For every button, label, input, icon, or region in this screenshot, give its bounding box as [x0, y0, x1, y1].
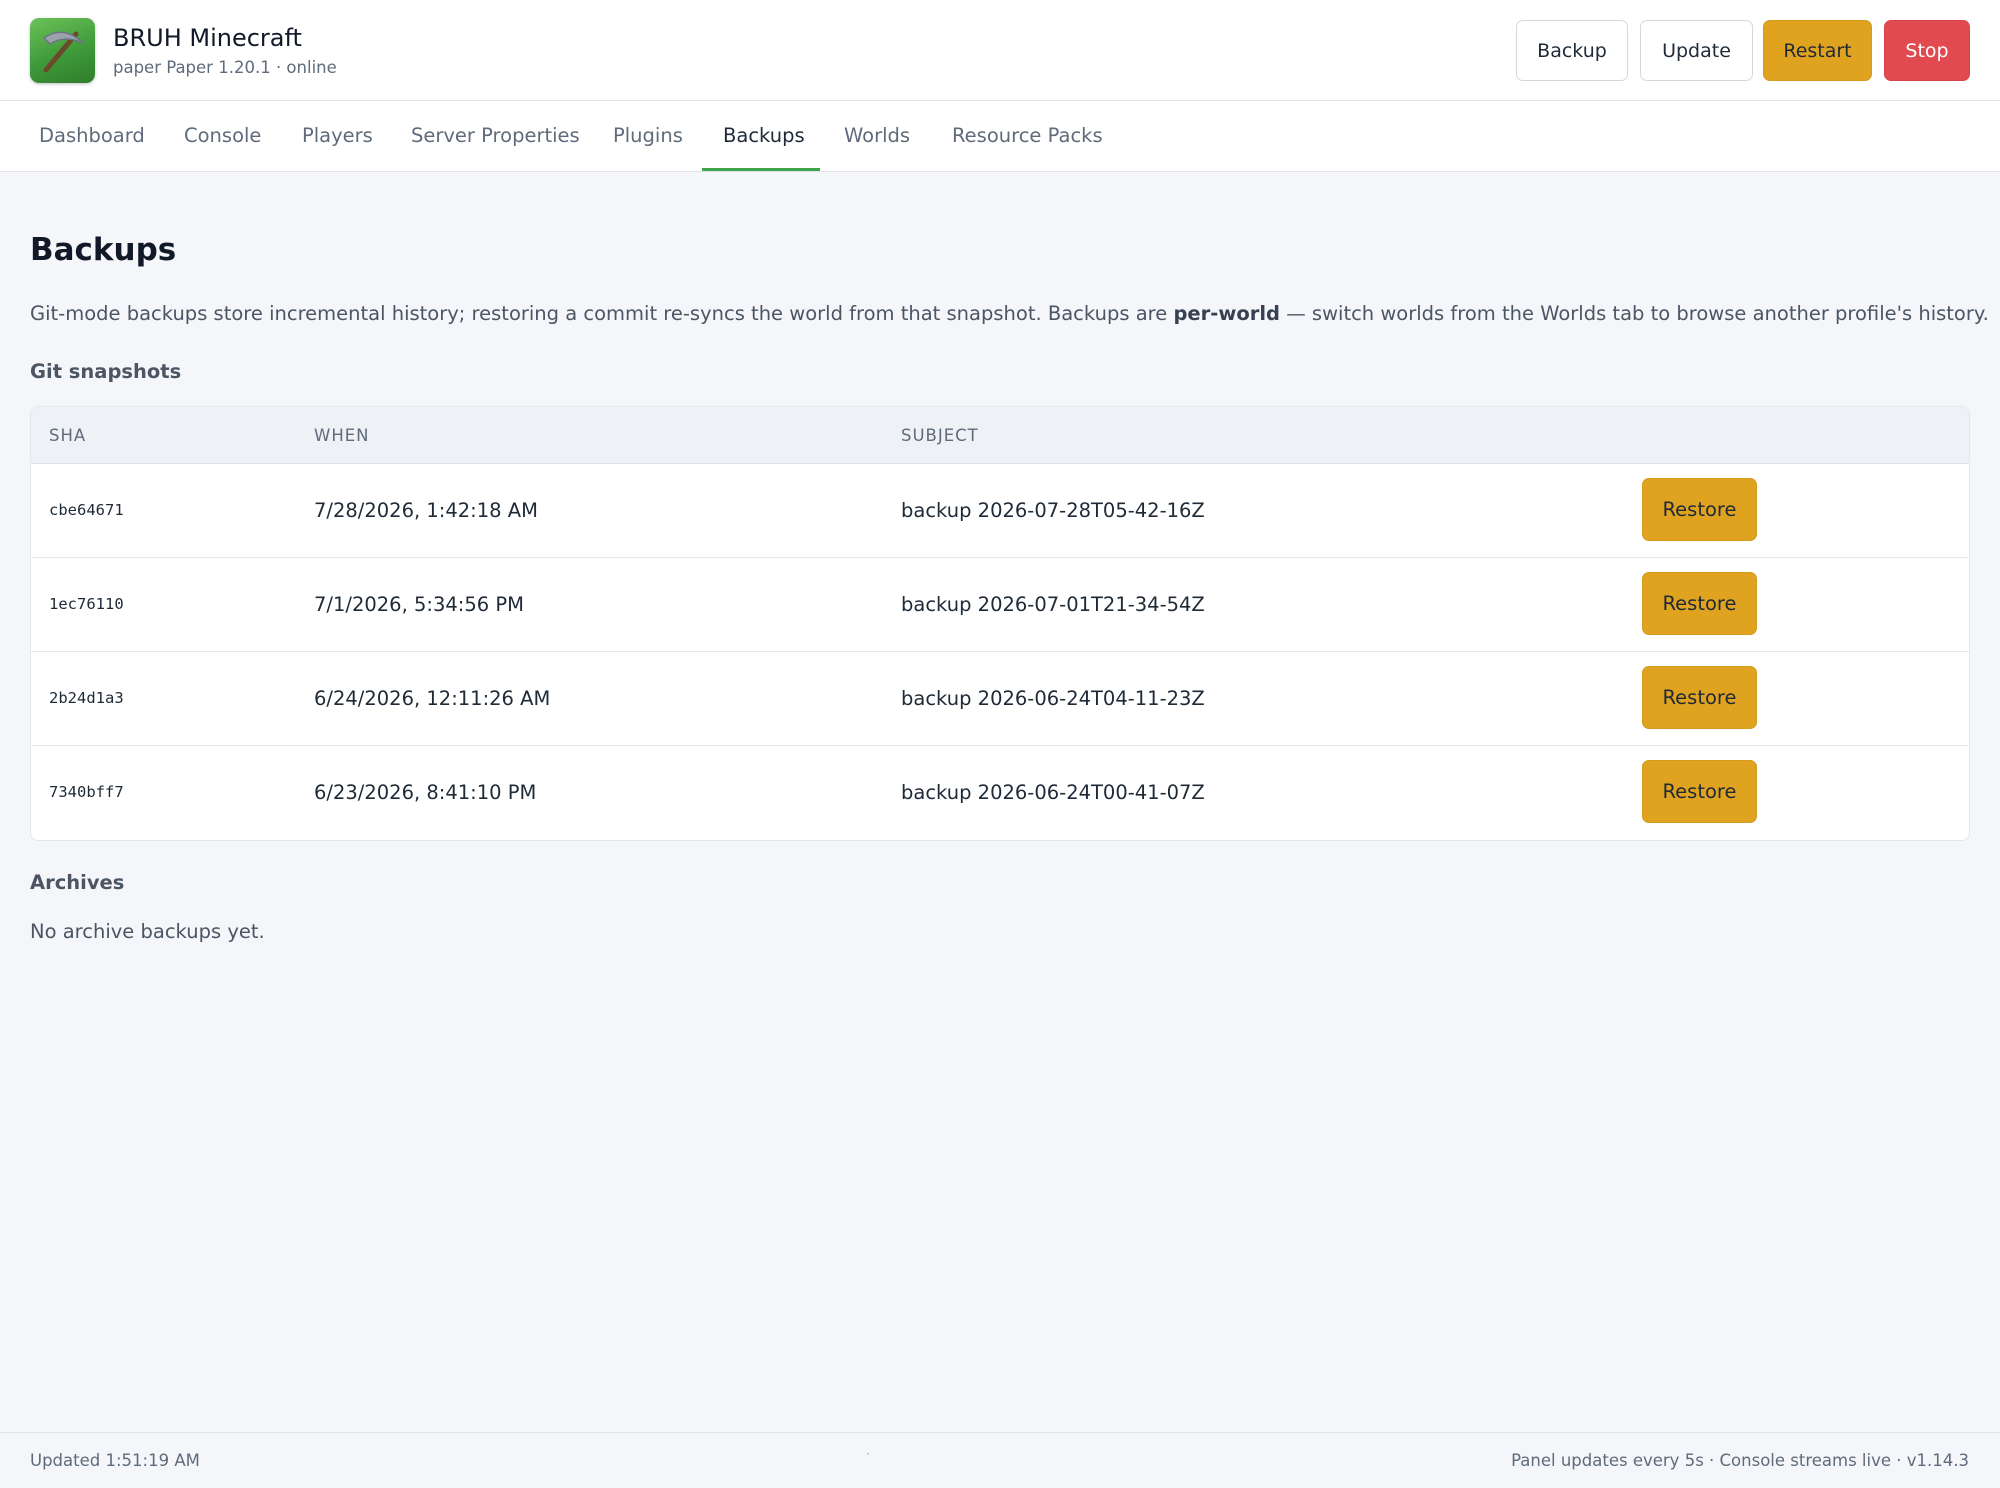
- git-snapshots-table: SHA WHEN SUBJECT cbe64671 7/28/2026, 1:4…: [30, 406, 1970, 841]
- server-logo: [30, 18, 95, 83]
- panel-info-text: Panel updates every 5s · Console streams…: [1511, 1451, 1969, 1470]
- top-header: BRUH Minecraft paper Paper 1.20.1 · onli…: [0, 0, 2000, 101]
- commit-sha: 1ec76110: [49, 595, 124, 613]
- table-row: 1ec76110 7/1/2026, 5:34:56 PM backup 202…: [31, 558, 1969, 652]
- pickaxe-icon: [42, 31, 85, 73]
- restore-button[interactable]: Restore: [1642, 760, 1757, 823]
- column-header-sha: SHA: [49, 426, 87, 445]
- tab-backups[interactable]: Backups: [702, 101, 820, 171]
- commit-time: 6/23/2026, 8:41:10 PM: [314, 781, 537, 804]
- restore-button[interactable]: Restore: [1642, 478, 1757, 541]
- server-status-subtitle: paper Paper 1.20.1 · online: [113, 58, 337, 77]
- page-title: Backups: [30, 232, 177, 268]
- table-row: 7340bff7 6/23/2026, 8:41:10 PM backup 20…: [31, 746, 1969, 840]
- table-row: 2b24d1a3 6/24/2026, 12:11:26 AM backup 2…: [31, 652, 1969, 746]
- archives-heading: Archives: [30, 871, 125, 894]
- table-header: SHA WHEN SUBJECT: [31, 407, 1969, 464]
- commit-subject: backup 2026-06-24T00-41-07Z: [901, 781, 1205, 804]
- stop-button[interactable]: Stop: [1884, 20, 1970, 81]
- backup-button[interactable]: Backup: [1516, 20, 1628, 81]
- update-button[interactable]: Update: [1640, 20, 1753, 81]
- commit-time: 7/28/2026, 1:42:18 AM: [314, 499, 538, 522]
- commit-sha: 2b24d1a3: [49, 689, 124, 707]
- column-header-when: WHEN: [314, 426, 370, 445]
- last-updated-text: Updated 1:51:19 AM: [30, 1451, 200, 1470]
- page-description: Git-mode backups store incremental histo…: [30, 302, 1989, 325]
- restore-button[interactable]: Restore: [1642, 666, 1757, 729]
- tab-resource-packs[interactable]: Resource Packs: [931, 101, 1124, 171]
- table-row: cbe64671 7/28/2026, 1:42:18 AM backup 20…: [31, 464, 1969, 558]
- tab-console[interactable]: Console: [163, 101, 282, 171]
- commit-sha: cbe64671: [49, 501, 124, 519]
- git-snapshots-heading: Git snapshots: [30, 360, 182, 383]
- commit-subject: backup 2026-07-28T05-42-16Z: [901, 499, 1205, 522]
- column-header-subject: SUBJECT: [901, 426, 979, 445]
- restore-button[interactable]: Restore: [1642, 572, 1757, 635]
- commit-subject: backup 2026-06-24T04-11-23Z: [901, 687, 1205, 710]
- tab-server-properties[interactable]: Server Properties: [390, 101, 601, 171]
- description-text: Git-mode backups store incremental histo…: [30, 302, 1174, 325]
- commit-time: 6/24/2026, 12:11:26 AM: [314, 687, 551, 710]
- description-emphasis: per-world: [1173, 302, 1281, 325]
- commit-sha: 7340bff7: [49, 783, 124, 801]
- commit-time: 7/1/2026, 5:34:56 PM: [314, 593, 524, 616]
- commit-subject: backup 2026-07-01T21-34-54Z: [901, 593, 1205, 616]
- tab-players[interactable]: Players: [281, 101, 394, 171]
- restart-button[interactable]: Restart: [1763, 20, 1872, 81]
- tab-worlds[interactable]: Worlds: [823, 101, 931, 171]
- tab-plugins[interactable]: Plugins: [592, 101, 704, 171]
- status-footer: Updated 1:51:19 AM · Panel updates every…: [0, 1432, 2000, 1488]
- app-title: BRUH Minecraft: [113, 24, 302, 52]
- tab-dashboard[interactable]: Dashboard: [18, 101, 166, 171]
- archives-empty-state: No archive backups yet.: [30, 920, 265, 943]
- tab-bar: Dashboard Console Players Server Propert…: [0, 101, 2000, 172]
- description-text-end: — switch worlds from the Worlds tab to b…: [1280, 302, 1989, 325]
- footer-separator: ·: [866, 1447, 870, 1461]
